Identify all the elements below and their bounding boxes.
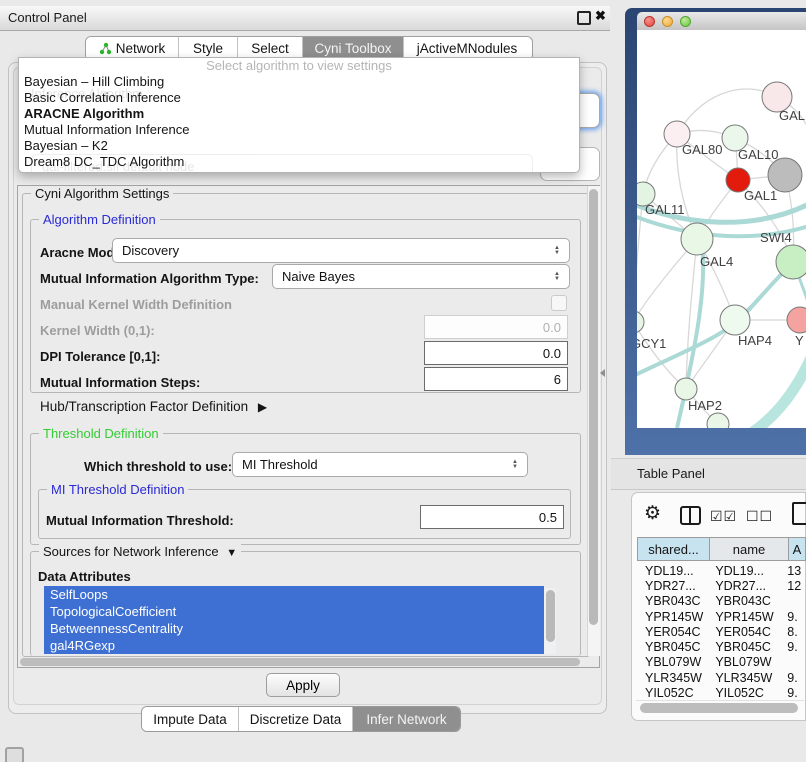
node-label: HAP4 [738, 333, 772, 348]
window-minimize-button[interactable] [662, 16, 673, 27]
ghost-combo: gal-filtered.sif default node [31, 154, 533, 173]
node-gal4 [681, 223, 713, 255]
settings-horizontal-scrollbar[interactable] [18, 656, 586, 667]
table-row[interactable]: YPR145WYPR145W9. [640, 609, 806, 624]
tab-impute-data[interactable]: Impute Data [142, 707, 238, 731]
manual-kernel-width-label: Manual Kernel Width Definition [40, 297, 232, 312]
table-panel-title: Table Panel [637, 466, 705, 481]
combo-arrows-icon: ▲▼ [512, 460, 518, 470]
table-row[interactable]: YDR27...YDR27...12 [640, 578, 806, 593]
mi-steps-label: Mutual Information Steps: [40, 375, 200, 390]
tab-infer-network[interactable]: Infer Network [353, 707, 460, 731]
panel-title: Control Panel [8, 10, 87, 25]
collapse-down-icon[interactable]: ▼ [226, 547, 237, 559]
apply-button[interactable]: Apply [266, 673, 340, 697]
close-icon[interactable]: ✖ [595, 8, 606, 24]
node-label: GAL1 [744, 188, 777, 203]
panel-divider-handle[interactable] [600, 369, 605, 377]
dpi-tolerance-field[interactable] [424, 341, 568, 365]
network-window-titlebar[interactable] [637, 12, 806, 31]
node-label: Y [795, 333, 804, 348]
table-row[interactable]: YDL19...YDL19...13 [640, 563, 806, 578]
screen: Control Panel ✖ Network Style Select Cyn… [0, 0, 806, 762]
combo-arrows-icon: ▲▼ [554, 246, 560, 256]
which-threshold-label: Which threshold to use: [84, 459, 232, 474]
node-label: GAL11 [645, 202, 685, 217]
column-header-shared-name[interactable]: shared... [637, 537, 710, 561]
column-header-name[interactable]: name [709, 537, 789, 561]
which-threshold-combo[interactable]: MI Threshold ▲▼ [232, 452, 528, 477]
table-row[interactable]: YBR045CYBR045C9. [640, 639, 806, 654]
expand-right-icon[interactable]: ▶ [258, 400, 267, 414]
ghost-group-title: Inference Algorithm [31, 86, 143, 101]
dropdown-item-selected[interactable]: ARACNE Algorithm [19, 106, 579, 122]
mi-steps-field[interactable] [424, 367, 568, 391]
hide-columns-icon[interactable]: ☐☐ [746, 508, 773, 525]
table-horizontal-scrollbar[interactable] [636, 700, 804, 715]
mi-threshold-label: Mutual Information Threshold: [46, 513, 234, 528]
table-row[interactable]: YBR043CYBR043C [640, 594, 806, 609]
network-canvas[interactable]: GAL GAL80 GAL10 GAL1 GAL11 GAL4 SWI4 GCY… [637, 30, 806, 428]
node-label: GAL [779, 108, 805, 123]
dropdown-prompt: Select algorithm to view settings [19, 58, 579, 74]
gear-icon[interactable]: ⚙ [644, 502, 661, 525]
table-row[interactable]: YER054CYER054C8. [640, 624, 806, 639]
table-row[interactable]: YIL052CYIL052C9. [640, 685, 806, 700]
table-row[interactable]: YBL079WYBL079W [640, 655, 806, 670]
table-panel-titlebar: Table Panel [611, 458, 806, 490]
list-item[interactable]: BetweennessCentrality [44, 620, 544, 637]
node-hap4 [720, 305, 750, 335]
table-row[interactable]: YLR345WYLR345W9. [640, 670, 806, 685]
node-gcy1 [637, 311, 644, 333]
kernel-width-label: Kernel Width (0,1): [40, 323, 155, 338]
column-layout-icon[interactable] [680, 506, 701, 525]
node-salmon [787, 307, 806, 333]
node-bottom [707, 413, 729, 428]
mi-algorithm-type-label: Mutual Information Algorithm Type: [40, 271, 259, 286]
dropdown-item[interactable]: Bayesian – K2 [19, 138, 579, 154]
node-label: SWI4 [760, 230, 792, 245]
data-attributes-list[interactable]: SelfLoops TopologicalCoefficient Between… [44, 586, 544, 658]
table-rows: YDL19...YDL19...13 YDR27...YDR27...12 YB… [640, 563, 806, 700]
hub-definition-label[interactable]: Hub/Transcription Factor Definition ▶ [40, 399, 267, 414]
mi-algorithm-type-combo[interactable]: Naive Bayes ▲▼ [272, 264, 570, 289]
control-panel-titlebar: Control Panel ✖ [0, 6, 610, 31]
dropdown-item[interactable]: Mutual Information Inference [19, 122, 579, 138]
node-label: GAL4 [700, 254, 733, 269]
corner-button[interactable] [5, 747, 24, 762]
combo-arrows-icon: ▲▼ [554, 272, 560, 282]
data-attributes-label: Data Attributes [38, 569, 131, 584]
list-scrollbar[interactable] [544, 588, 556, 654]
list-item[interactable]: gal4RGexp [44, 637, 544, 654]
node-label: GCY1 [637, 336, 666, 351]
float-icon[interactable] [577, 11, 591, 25]
window-zoom-button[interactable] [680, 16, 691, 27]
mi-threshold-field[interactable] [420, 505, 564, 529]
node-hap2 [675, 378, 697, 400]
bottom-tab-strip: Impute Data Discretize Data Infer Networ… [141, 706, 461, 732]
column-header-cut[interactable]: A [788, 537, 806, 561]
tab-discretize-data[interactable]: Discretize Data [239, 707, 352, 731]
show-columns-icon[interactable]: ☑☑ [710, 508, 737, 525]
settings-vertical-scrollbar[interactable] [587, 186, 600, 656]
dpi-tolerance-label: DPI Tolerance [0,1]: [40, 349, 160, 364]
node-label: GAL10 [738, 147, 778, 162]
node-label: GAL80 [682, 142, 722, 157]
network-icon [99, 42, 112, 55]
algorithm-dropdown: Inference Algorithm gal-filtered.sif def… [18, 57, 580, 173]
kernel-width-field[interactable] [424, 315, 568, 339]
node-gray [768, 158, 802, 192]
list-item[interactable]: SelfLoops [44, 586, 544, 603]
aracne-mode-combo[interactable]: Discovery ▲▼ [112, 238, 570, 263]
window-close-button[interactable] [644, 16, 655, 27]
node-swi4 [776, 245, 806, 279]
node-label: HAP2 [688, 398, 722, 413]
list-item[interactable]: TopologicalCoefficient [44, 603, 544, 620]
export-table-icon[interactable] [792, 502, 806, 525]
manual-kernel-width-checkbox[interactable] [551, 295, 567, 311]
